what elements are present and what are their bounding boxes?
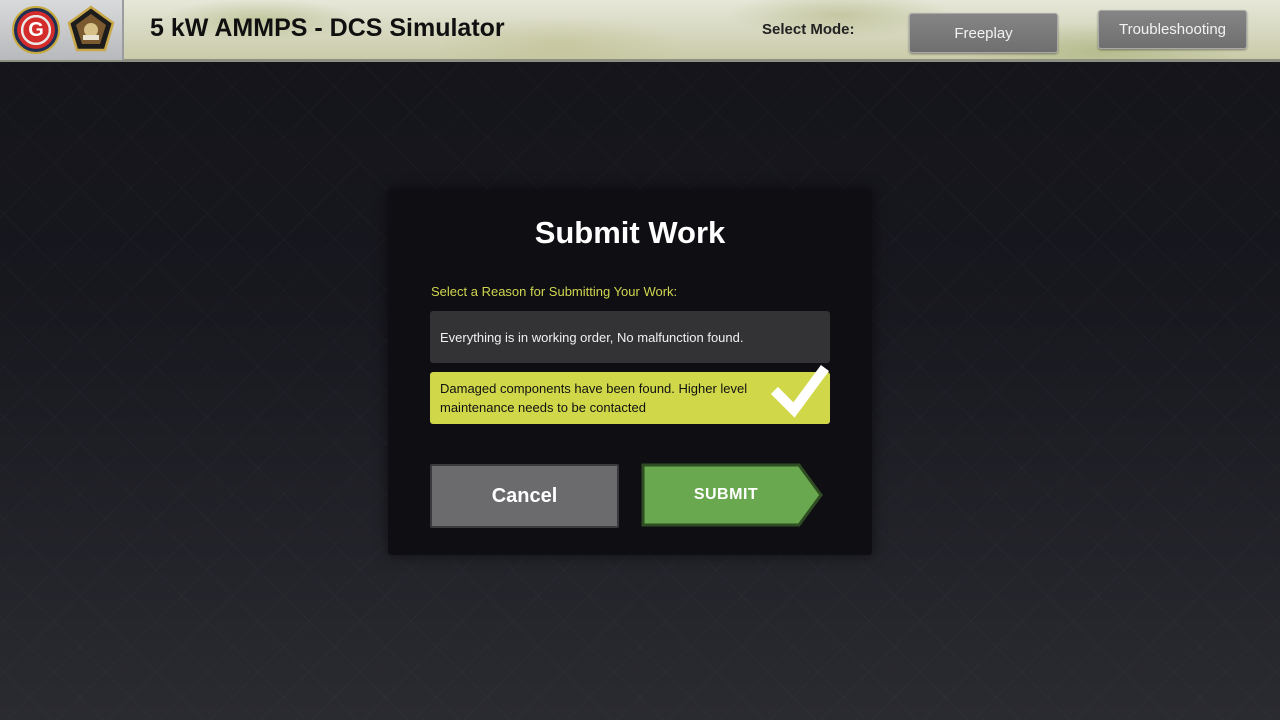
select-mode-label: Select Mode:	[762, 21, 855, 38]
logo-panel: G	[0, 0, 124, 60]
reason-prompt: Select a Reason for Submitting Your Work…	[431, 284, 678, 299]
submit-label: SUBMIT	[693, 486, 759, 503]
dialog-title: Submit Work	[534, 215, 726, 250]
freeplay-mode-button[interactable]: Freeplay	[909, 13, 1058, 53]
reason-option-text: Damaged components have been found. High…	[440, 381, 748, 415]
organization-logo-icon: G	[12, 6, 60, 54]
submit-button[interactable]: SUBMIT	[641, 463, 824, 527]
logo-letter: G	[28, 18, 44, 41]
troubleshooting-mode-button[interactable]: Troubleshooting	[1098, 10, 1247, 49]
reason-option-no-malfunction[interactable]: Everything is in working order, No malfu…	[430, 311, 830, 363]
unit-crest-icon	[67, 5, 115, 52]
app-title: 5 kW AMMPS - DCS Simulator	[150, 14, 505, 42]
submit-work-dialog: Submit Work Select a Reason for Submitti…	[388, 189, 872, 555]
reason-option-damaged-components[interactable]: Damaged components have been found. High…	[430, 365, 830, 424]
checkmark-icon	[770, 365, 829, 418]
reason-option-text: Everything is in working order, No malfu…	[440, 329, 744, 345]
app-header: G 5 kW AMMPS - DCS Simulator Select Mode…	[0, 0, 1280, 62]
cancel-button[interactable]: Cancel	[430, 464, 619, 528]
